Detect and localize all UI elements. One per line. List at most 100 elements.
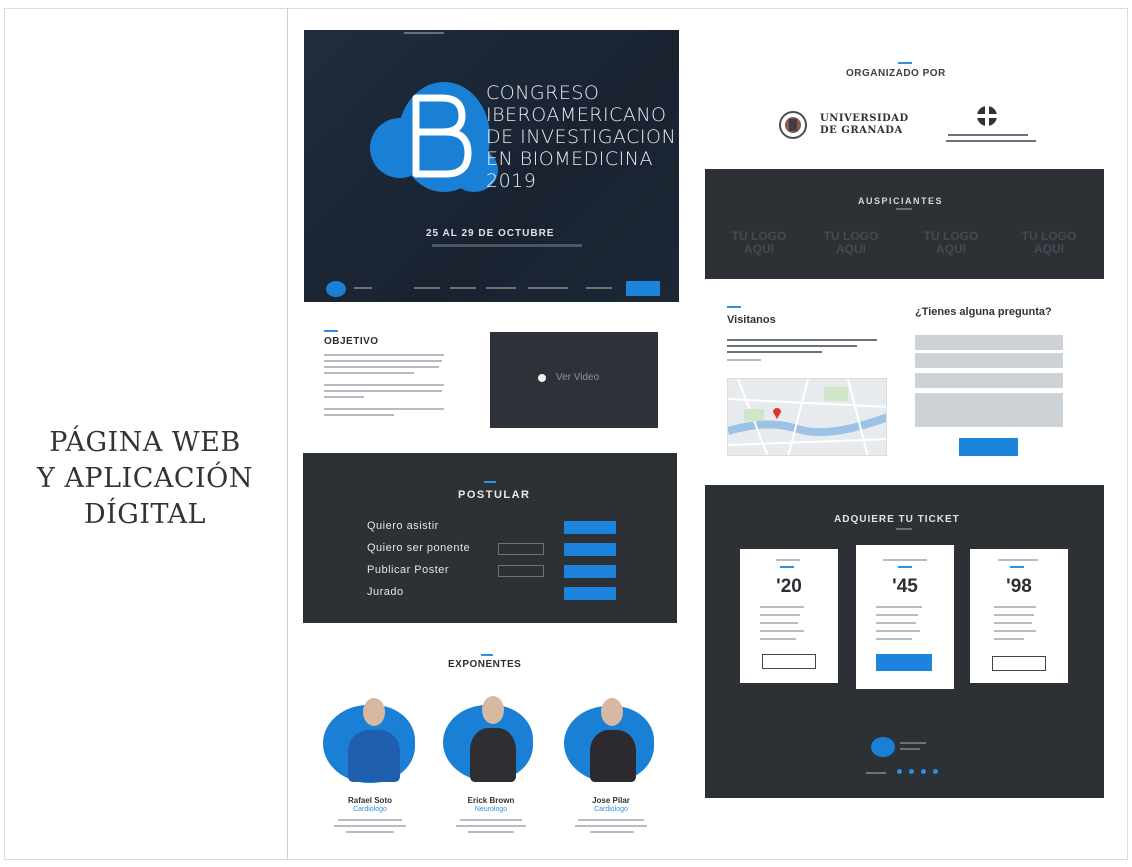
social-icon[interactable] [909, 769, 914, 774]
speaker-bio-line [338, 819, 402, 821]
social-icon[interactable] [933, 769, 938, 774]
sponsor-logo-slot[interactable]: TU LOGO AQUI [916, 230, 986, 256]
sponsor-logo-slot[interactable]: TU LOGO AQUI [1014, 230, 1084, 256]
send-button[interactable] [959, 438, 1018, 456]
nav-item[interactable] [414, 287, 440, 289]
map-pin-icon[interactable] [772, 405, 782, 419]
exponentes-title: EXPONENTES [448, 659, 522, 670]
plan-feature [994, 622, 1032, 624]
plan-price: '20 [776, 576, 802, 597]
speaker-bio-line [468, 831, 514, 833]
speaker-role: Cardiologo [594, 806, 628, 813]
hero-title-line: DE INVESTIGACION [486, 126, 677, 148]
ticket-underline [896, 528, 912, 530]
objetivo-accent-bar [324, 330, 338, 332]
speaker-bio-line [460, 819, 522, 821]
faq-title: ¿Tienes alguna pregunta? [915, 306, 1052, 318]
hero-title-line: CONGRESO [486, 82, 600, 104]
side-title-line-1: PÁGINA WEB [49, 427, 241, 458]
postular-row-label: Quiero ser ponente [367, 542, 471, 554]
postular-row-label: Jurado [367, 586, 404, 598]
postular-primary-button[interactable] [564, 565, 616, 578]
speaker-bio-line [346, 831, 394, 833]
social-icon[interactable] [897, 769, 902, 774]
footer-logo-icon[interactable] [871, 737, 895, 757]
hero-title: CONGRESO IBEROAMERICANO DE INVESTIGACION… [486, 82, 676, 192]
plan-accent [898, 566, 912, 568]
address-line [727, 339, 877, 341]
footer-logo-text [900, 748, 920, 750]
name-input[interactable] [915, 335, 1063, 350]
nav-logo-text [354, 287, 372, 289]
university-name: UNIVERSIDAD DE GRANADA [820, 113, 909, 137]
postular-primary-button[interactable] [564, 543, 616, 556]
visitanos-accent-bar [727, 306, 741, 308]
play-icon[interactable] [538, 374, 546, 382]
organizado-accent-bar [898, 62, 912, 64]
plan-feature [994, 606, 1036, 608]
speaker-photo-head [363, 698, 385, 726]
sponsor-logo-slot[interactable]: TU LOGO AQUI [724, 230, 794, 256]
vertical-divider [287, 8, 288, 860]
buy-basic-button[interactable] [762, 654, 816, 669]
plan-price: '45 [892, 576, 918, 597]
side-title-line-2: Y APLICACIÓN [37, 463, 253, 494]
nav-item[interactable] [486, 287, 516, 289]
postular-row-label: Quiero asistir [367, 520, 439, 532]
address-line [727, 345, 857, 347]
address-line [727, 359, 761, 361]
postular-primary-button[interactable] [564, 587, 616, 600]
postular-section [303, 453, 677, 623]
plan-feature [876, 638, 912, 640]
nav-item[interactable] [528, 287, 568, 289]
objetivo-text-line [324, 354, 444, 356]
plan-name-line [776, 559, 800, 561]
postular-primary-button[interactable] [564, 521, 616, 534]
plan-price: '98 [1006, 576, 1032, 597]
plan-feature [760, 638, 796, 640]
speaker-bio-line [590, 831, 634, 833]
side-title: PÁGINA WEB Y APLICACIÓN DÍGITAL [20, 425, 270, 533]
ticket-title: ADQUIERE TU TICKET [834, 514, 960, 525]
location-map[interactable] [727, 378, 887, 456]
map-graphic [728, 379, 886, 455]
objetivo-text-line [324, 390, 442, 392]
plan-feature [760, 622, 798, 624]
hero-date: 25 AL 29 DE OCTUBRE [426, 228, 555, 239]
message-textarea[interactable] [915, 393, 1063, 427]
hero-title-line: IBEROAMERICANO [486, 104, 667, 126]
plan-accent [780, 566, 794, 568]
nav-cta-button[interactable] [626, 281, 660, 296]
nav-logo-icon[interactable] [326, 281, 346, 297]
speaker-photo-head [482, 696, 504, 724]
buy-standard-button[interactable] [876, 654, 932, 671]
postular-secondary-button[interactable] [498, 565, 544, 577]
postular-title: POSTULAR [458, 489, 531, 501]
speaker-bio-line [456, 825, 526, 827]
speaker-role: Cardiologo [353, 806, 387, 813]
nav-item[interactable] [450, 287, 476, 289]
video-label[interactable]: Ver Video [556, 372, 599, 383]
visitanos-title: Visitanos [727, 314, 776, 326]
b-letter-icon [412, 94, 472, 178]
nav-item[interactable] [586, 287, 612, 289]
speaker-bio-line [334, 825, 406, 827]
social-icon[interactable] [921, 769, 926, 774]
hero-top-bar [404, 32, 444, 34]
postular-secondary-button[interactable] [498, 543, 544, 555]
hero-title-line: EN BIOMEDICINA [486, 148, 653, 170]
speaker-name: Jose Pilar [592, 796, 630, 805]
sponsor-logo-line: AQUI [744, 242, 774, 256]
second-org-emblem-icon [977, 106, 997, 126]
phone-input[interactable] [915, 373, 1063, 388]
university-name-line-2: DE GRANADA [820, 125, 903, 136]
second-org-text-line [946, 140, 1036, 142]
speaker-name: Erick Brown [467, 796, 515, 805]
email-input[interactable] [915, 353, 1063, 368]
university-seal-icon [779, 111, 807, 139]
plan-feature [760, 614, 800, 616]
speaker-photo-head [601, 698, 623, 726]
buy-premium-button[interactable] [992, 656, 1046, 671]
footer-social-label [866, 772, 886, 774]
sponsor-logo-slot[interactable]: TU LOGO AQUI [816, 230, 886, 256]
